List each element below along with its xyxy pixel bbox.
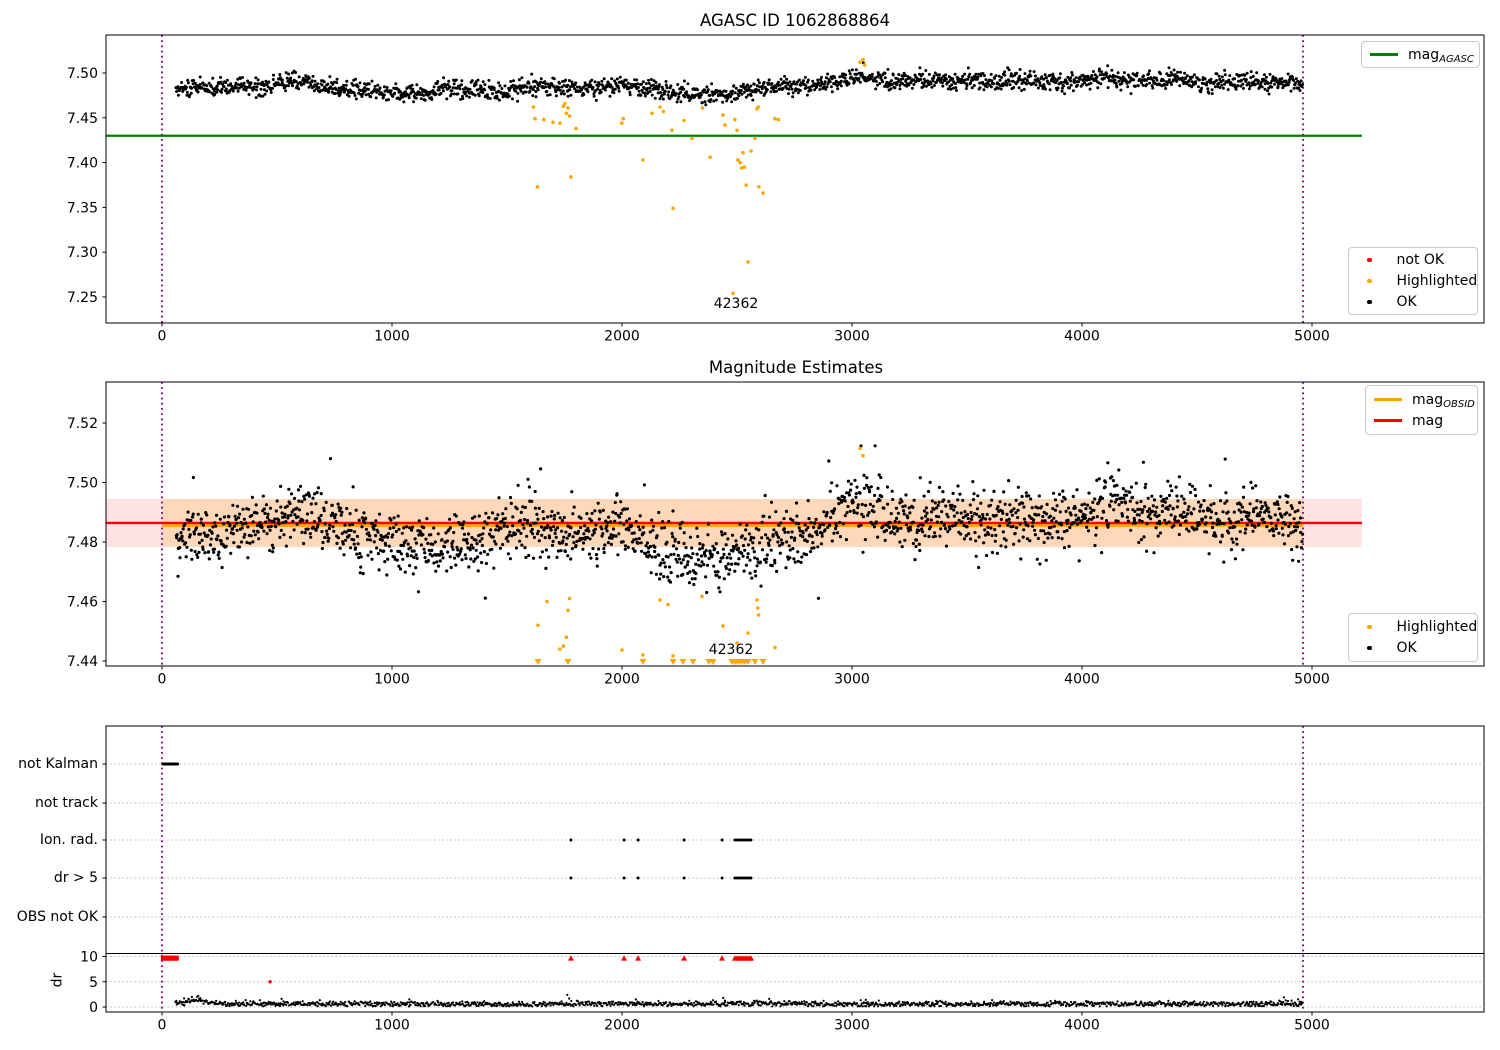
plot1-ticks: 0 1000 2000 3000 4000 5000 7.25 7.30 7.35 7.40 7.4… (67, 66, 1330, 345)
plot3-frame (105, 725, 1485, 1013)
y-tick-label: 7.45 (67, 111, 98, 127)
dr-trace-points (174, 993, 1304, 1008)
x-tick-label: 4000 (1064, 329, 1100, 345)
x-tick-label: 1000 (374, 672, 410, 688)
y-tick-label: 7.30 (67, 245, 98, 261)
dr-tick-label: 10 (80, 950, 98, 966)
mag-line-sample (1374, 419, 1402, 422)
legend-item-mag-obsid: magOBSID (1366, 389, 1477, 410)
ok-dot-sample (1367, 299, 1372, 305)
flag-not-kalman-points (161, 762, 180, 766)
mag-obsid-line-sample (1374, 398, 1402, 401)
legend-item-highlighted: Highlighted (1349, 271, 1477, 292)
legend-item-ok: OK (1349, 292, 1477, 313)
x-tick-label: 2000 (604, 1018, 640, 1034)
plot1-legend-markers: not OK Highlighted OK (1348, 247, 1478, 315)
mag-agasc-line-sample (1370, 53, 1398, 56)
plot3-ticks: 0 1000 2000 3000 4000 5000 10 5 0 (80, 763, 1330, 1034)
flag-label-not-track: not track (34, 795, 98, 811)
y-tick-label: 7.35 (67, 200, 98, 216)
plot2-legend-markers: Highlighted OK (1348, 613, 1478, 662)
flag-label-obs-not-ok: OBS not OK (16, 909, 98, 925)
x-tick-label: 1000 (374, 1018, 410, 1034)
plot3-obsid-limit-lines (161, 726, 1304, 1012)
plot3-gridlines (106, 763, 1484, 1008)
charts-canvas: 0 1000 2000 3000 4000 50007.257.307.357.407.4… (67, 34, 1485, 1034)
dr-tick-label: 5 (89, 975, 98, 991)
x-tick-label: 4000 (1064, 672, 1100, 688)
legend-item-not-ok: not OK (1349, 250, 1477, 271)
plot2-highlighted-points (536, 446, 865, 658)
legend-item-mag-agasc: magAGASC (1362, 44, 1479, 65)
legend-label: OK (1396, 640, 1417, 656)
x-tick-label: 3000 (834, 329, 870, 345)
flag-label-not-kalman: not Kalman (18, 756, 98, 772)
y-tick-label: 7.40 (67, 156, 98, 172)
plot2-legend-lines: magOBSID mag (1365, 385, 1478, 435)
figure: 0 1000 2000 3000 4000 5000 7.25 7.30 7.35 7.40 7.4… (0, 0, 1500, 1050)
legend-item-highlighted: Highlighted (1349, 617, 1477, 638)
plot2-ticks: 0 1000 2000 3000 4000 5000 7.44 7.46 7.48 7.50 7.5… (67, 416, 1330, 688)
highlighted-dot-sample (1367, 278, 1372, 284)
x-tick-label: 4000 (1064, 1018, 1100, 1034)
x-tick-label: 0 (158, 1018, 167, 1034)
x-tick-label: 5000 (1294, 672, 1330, 688)
y-tick-label: 7.50 (67, 66, 98, 82)
legend-label: magOBSID (1412, 391, 1475, 410)
y-tick-label: 7.46 (67, 595, 98, 611)
x-tick-label: 3000 (834, 672, 870, 688)
not-ok-dot-sample (1367, 257, 1372, 263)
ok-dot-sample (1367, 645, 1372, 651)
y-tick-label: 7.25 (67, 290, 98, 306)
dr-axis-label: dr (49, 972, 66, 988)
dr-not-ok-point (268, 980, 272, 984)
legend-item-ok: OK (1349, 638, 1477, 659)
plot1-title: AGASC ID 1062868864 (699, 11, 891, 30)
plot2-title: Magnitude Estimates (708, 358, 884, 377)
y-tick-label: 7.44 (67, 654, 98, 670)
plot1-annotation-obsid: 42362 (713, 296, 759, 312)
legend-label: magAGASC (1408, 46, 1474, 65)
legend-label: Highlighted (1396, 273, 1478, 289)
x-tick-label: 2000 (604, 672, 640, 688)
legend-item-mag: mag (1366, 410, 1477, 431)
y-tick-label: 7.52 (67, 416, 98, 432)
legend-label: not OK (1396, 252, 1445, 268)
x-tick-label: 0 (158, 329, 167, 345)
flag-label-ion-rad: Ion. rad. (39, 832, 98, 848)
y-tick-label: 7.48 (67, 535, 98, 551)
x-tick-label: 0 (158, 672, 167, 688)
y-tick-label: 7.50 (67, 476, 98, 492)
x-tick-label: 1000 (374, 329, 410, 345)
plot2-clipped-markers (534, 659, 767, 665)
flag-label-dr-gt-5: dr > 5 (53, 870, 98, 886)
legend-label: OK (1396, 294, 1417, 310)
x-tick-label: 5000 (1294, 329, 1330, 345)
plot1-legend-mag-agasc: magAGASC (1361, 41, 1480, 68)
highlighted-dot-sample (1367, 624, 1372, 630)
x-tick-label: 5000 (1294, 1018, 1330, 1034)
plot1-frame (105, 34, 1485, 324)
x-tick-label: 2000 (604, 329, 640, 345)
dr-tick-label: 0 (89, 1000, 98, 1016)
legend-label: Highlighted (1396, 619, 1478, 635)
dr-not-ok-cluster (160, 955, 179, 961)
plot2-annotation-obsid: 42362 (708, 642, 754, 658)
x-tick-label: 3000 (834, 1018, 870, 1034)
legend-label: mag (1412, 412, 1444, 429)
plot1-ok-points (174, 61, 1304, 107)
